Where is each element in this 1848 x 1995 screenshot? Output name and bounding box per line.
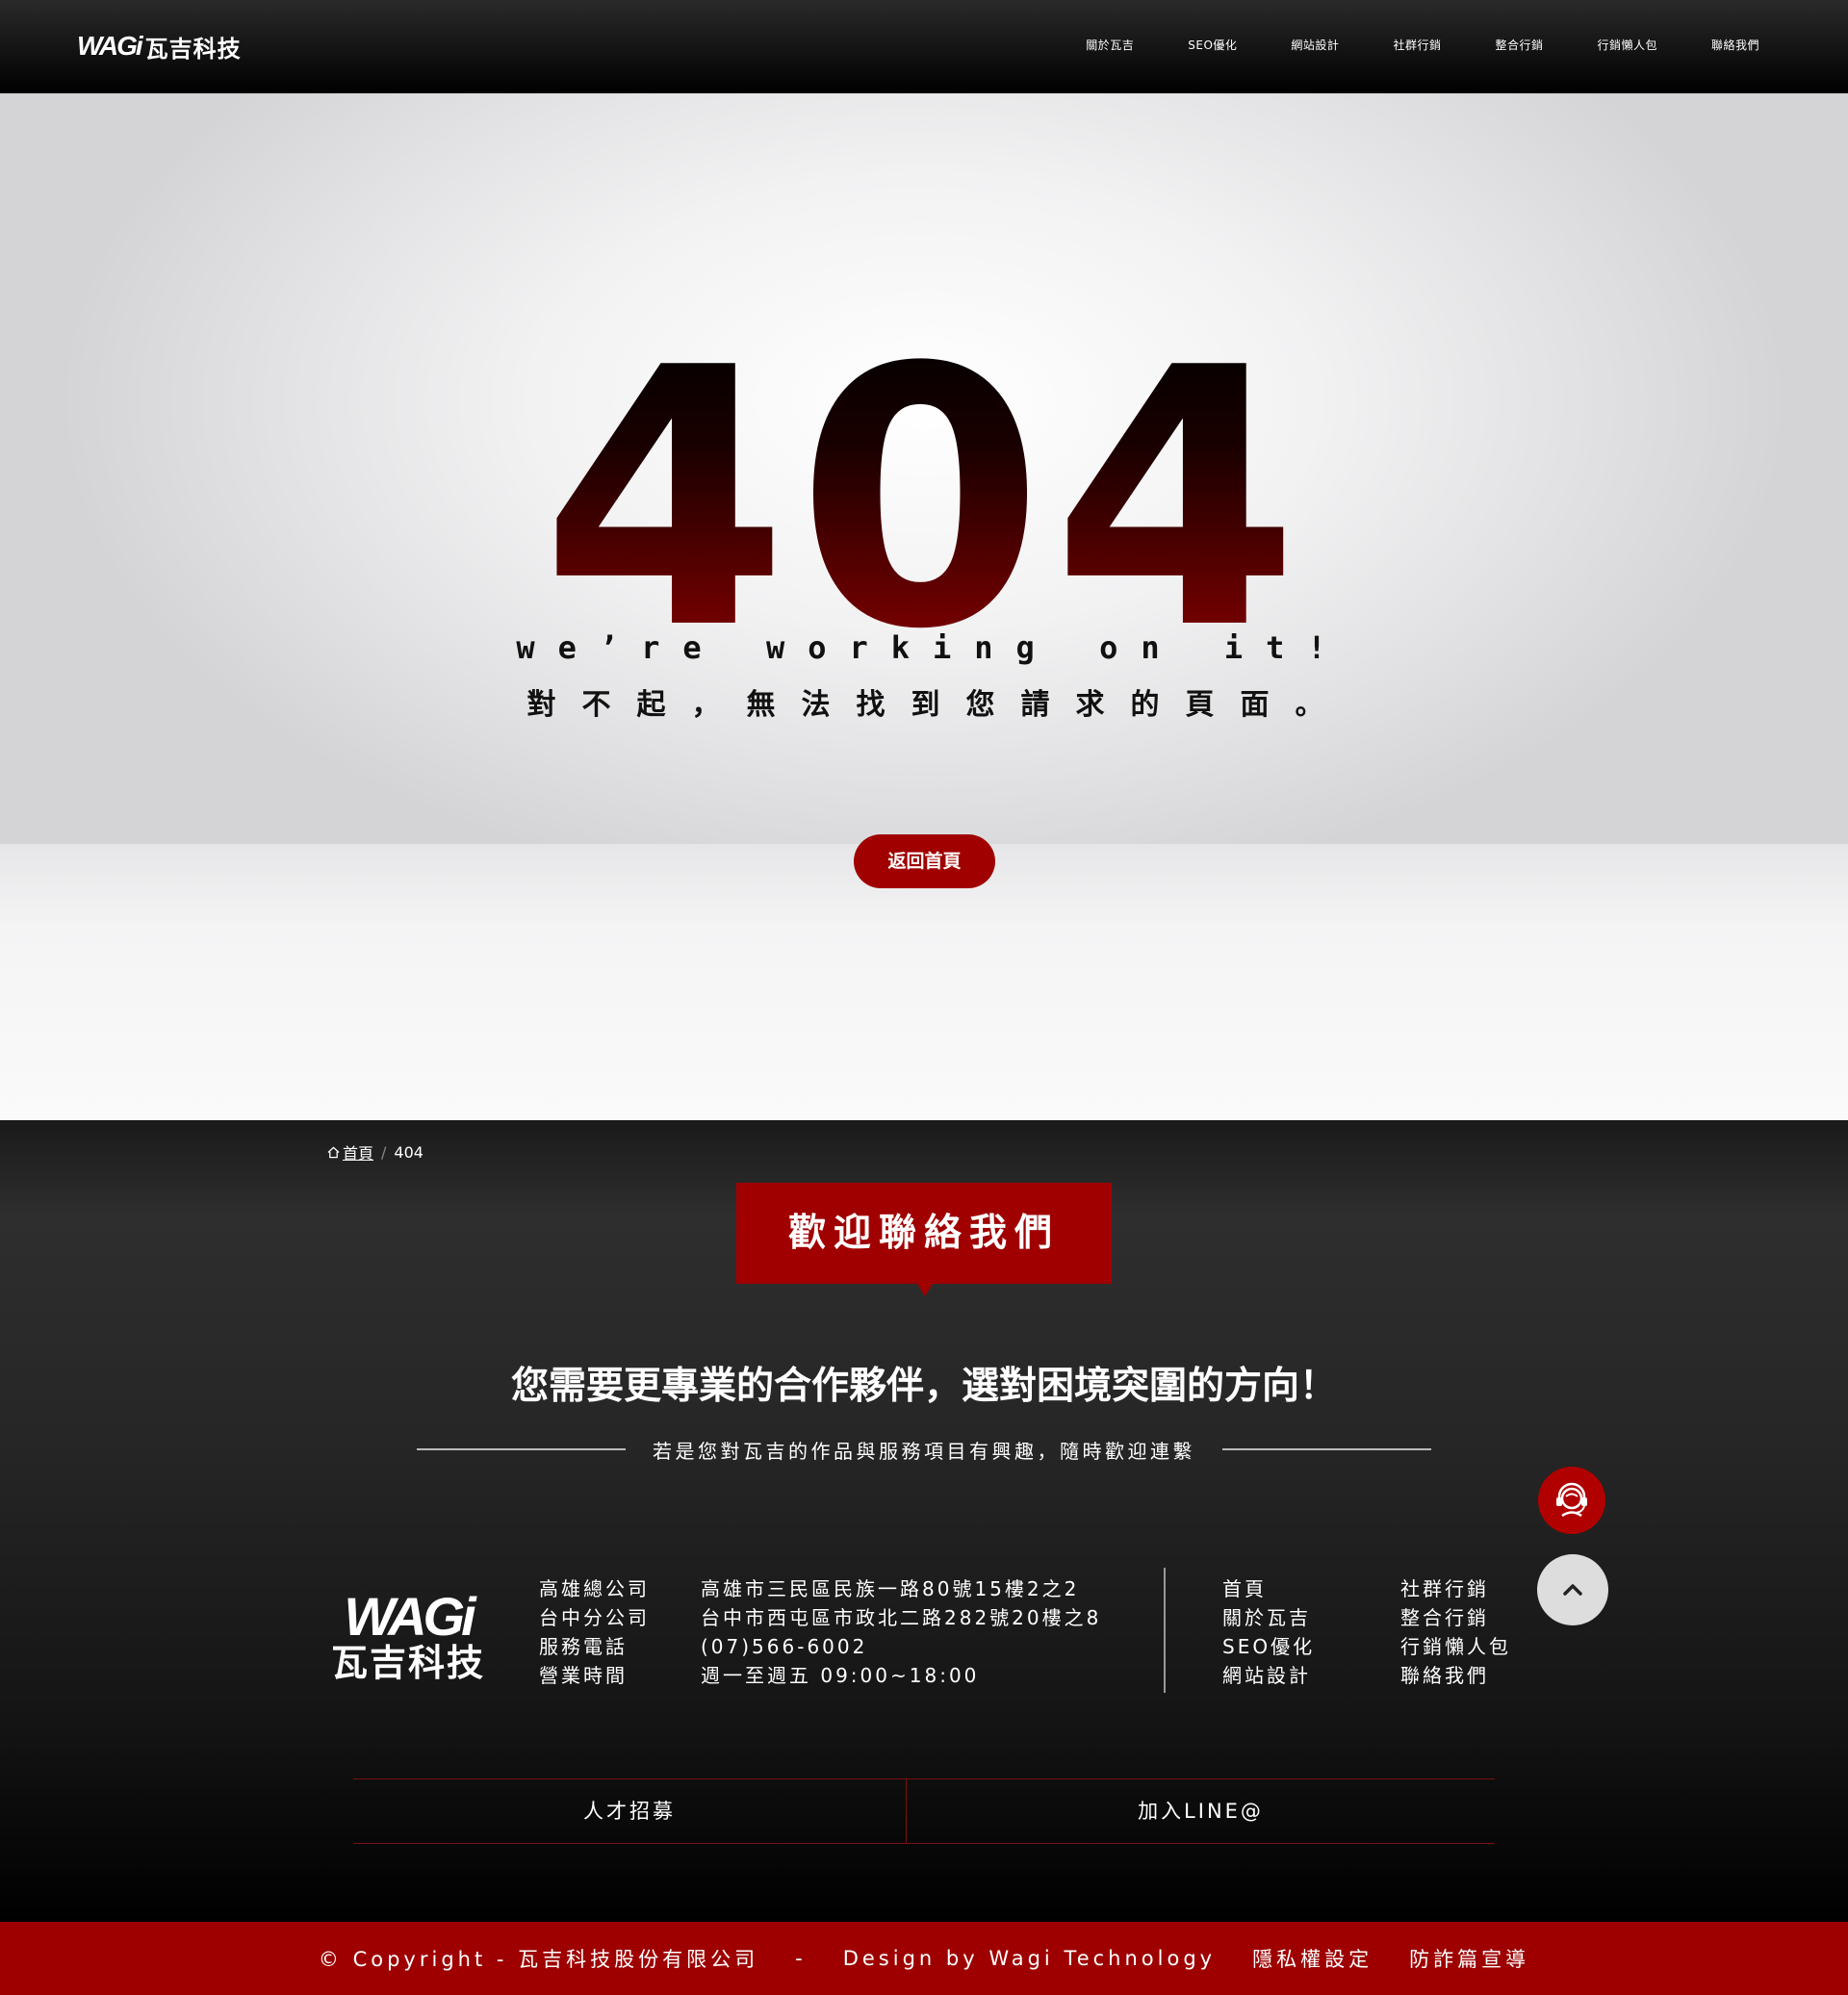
- footer-link-social[interactable]: 社群行銷: [1400, 1574, 1535, 1603]
- contact-banner: 歡迎聯絡我們: [736, 1183, 1112, 1296]
- breadcrumb-home-label: 首頁: [343, 1144, 374, 1163]
- copyright-separator: -: [795, 1947, 807, 1970]
- company-info: 高雄總公司 高雄市三民區民族一路80號15樓2之2 台中分公司 台中市西屯區市政…: [539, 1574, 1101, 1690]
- copyright-text: © Copyright - 瓦吉科技股份有限公司: [318, 1948, 759, 1971]
- design-credit[interactable]: Design by Wagi Technology: [843, 1947, 1216, 1970]
- chevron-up-icon: [1563, 1584, 1582, 1596]
- nav-contact[interactable]: 聯絡我們: [1711, 37, 1759, 53]
- footer-logo-text: 瓦吉科技: [331, 1642, 486, 1684]
- info-row: 服務電話 (07)566-6002: [539, 1632, 1101, 1661]
- back-home-button[interactable]: 返回首頁: [854, 834, 995, 888]
- divider-left: [417, 1448, 626, 1450]
- error-subtitle-en: we’re working on it!: [516, 629, 1349, 666]
- info-value[interactable]: (07)566-6002: [701, 1632, 867, 1661]
- footer-links: 首頁 社群行銷 關於瓦吉 整合行銷 SEO優化 行銷懶人包 網站設計 聯絡我們: [1222, 1574, 1535, 1690]
- footer-link-home[interactable]: 首頁: [1222, 1574, 1400, 1603]
- line-join-link[interactable]: 加入LINE@: [907, 1779, 1495, 1843]
- main-nav: 關於瓦吉 SEO優化 網站設計 社群行銷 整合行銷 行銷懶人包 聯絡我們: [1032, 37, 1759, 53]
- info-row: 台中分公司 台中市西屯區市政北二路282號20樓之8: [539, 1603, 1101, 1632]
- footer-link-integrated[interactable]: 整合行銷: [1400, 1603, 1535, 1632]
- nav-social[interactable]: 社群行銷: [1393, 37, 1441, 53]
- footer-headline: 您需要更專業的合作夥伴，選對困境突圍的方向！: [510, 1365, 1337, 1408]
- customer-service-button[interactable]: [1538, 1467, 1605, 1534]
- footer-link-seo[interactable]: SEO優化: [1222, 1632, 1400, 1661]
- home-icon: [327, 1146, 340, 1158]
- headset-icon: [1556, 1482, 1587, 1518]
- breadcrumb-separator: /: [381, 1142, 387, 1162]
- info-row: 營業時間 週一至週五 09:00~18:00: [539, 1661, 1101, 1690]
- site-logo[interactable]: WAGi 瓦吉科技: [77, 31, 242, 63]
- info-label: 營業時間: [539, 1664, 628, 1687]
- info-value: 週一至週五 09:00~18:00: [701, 1664, 980, 1687]
- breadcrumb-current: 404: [394, 1142, 424, 1162]
- hero-section: 404 we’re working on it! 對不起，無法找到您請求的頁面。…: [0, 93, 1848, 1120]
- breadcrumb-home[interactable]: 首頁: [327, 1140, 373, 1164]
- privacy-link[interactable]: 隱私權設定: [1252, 1944, 1373, 1973]
- error-code: 404: [0, 322, 1848, 678]
- info-label: 服務電話: [539, 1635, 628, 1658]
- footer-logo-mark: WAGi: [344, 1586, 475, 1647]
- footer-logo[interactable]: WAGi 瓦吉科技: [331, 1590, 485, 1684]
- info-row: 高雄總公司 高雄市三民區民族一路80號15樓2之2: [539, 1574, 1101, 1603]
- copyright-bar: © Copyright - 瓦吉科技股份有限公司 - Design by Wag…: [0, 1922, 1848, 1995]
- footer-tagline: 若是您對瓦吉的作品與服務項目有興趣，隨時歡迎連繫: [653, 1439, 1195, 1463]
- nav-web-design[interactable]: 網站設計: [1291, 37, 1339, 53]
- divider-right: [1222, 1448, 1431, 1450]
- nav-marketing-kit[interactable]: 行銷懶人包: [1597, 37, 1657, 53]
- footer-tagline-row: 若是您對瓦吉的作品與服務項目有興趣，隨時歡迎連繫: [417, 1435, 1431, 1464]
- back-to-top-button[interactable]: [1537, 1554, 1608, 1625]
- footer-vertical-divider: [1164, 1568, 1166, 1693]
- info-value: 台中市西屯區市政北二路282號20樓之8: [701, 1606, 1102, 1629]
- footer-bottom-links: 人才招募 加入LINE@: [353, 1778, 1495, 1844]
- footer-link-web-design[interactable]: 網站設計: [1222, 1661, 1400, 1690]
- breadcrumb: 首頁 / 404: [327, 1140, 424, 1164]
- nav-integrated[interactable]: 整合行銷: [1495, 37, 1543, 53]
- logo-mark: WAGi: [77, 31, 143, 61]
- info-label: 台中分公司: [539, 1606, 650, 1629]
- footer-link-marketing-kit[interactable]: 行銷懶人包: [1400, 1632, 1535, 1661]
- nav-about[interactable]: 關於瓦吉: [1086, 37, 1134, 53]
- error-subtitle-zh: 對不起，無法找到您請求的頁面。: [526, 688, 1350, 722]
- nav-seo[interactable]: SEO優化: [1188, 37, 1237, 53]
- info-label: 高雄總公司: [539, 1577, 650, 1600]
- site-header: WAGi 瓦吉科技 關於瓦吉 SEO優化 網站設計 社群行銷 整合行銷 行銷懶人…: [0, 0, 1848, 93]
- anti-fraud-link[interactable]: 防詐篇宣導: [1409, 1944, 1529, 1973]
- info-value: 高雄市三民區民族一路80號15樓2之2: [701, 1577, 1080, 1600]
- logo-text: 瓦吉科技: [144, 35, 242, 63]
- footer-link-about[interactable]: 關於瓦吉: [1222, 1603, 1400, 1632]
- footer-link-contact[interactable]: 聯絡我們: [1400, 1661, 1535, 1690]
- careers-link[interactable]: 人才招募: [353, 1779, 907, 1843]
